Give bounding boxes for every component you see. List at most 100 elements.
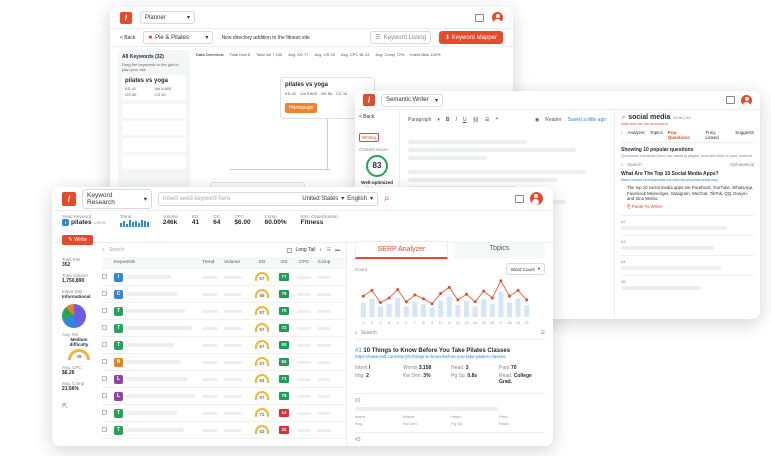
data-point[interactable] [396, 288, 400, 292]
search-input[interactable]: Insert seed keyword here [163, 196, 299, 202]
reader-button[interactable]: Reader [545, 117, 561, 123]
homepage-button[interactable]: Homepage [285, 103, 318, 113]
checkbox[interactable] [102, 426, 107, 432]
quote-icon[interactable]: ❝ [495, 117, 498, 123]
link-icon[interactable]: ⛓ [473, 117, 479, 123]
data-point[interactable] [447, 285, 451, 289]
export-icon[interactable]: ⇱ [62, 402, 96, 410]
col-cpc[interactable]: CPC [294, 260, 314, 265]
keyword-card[interactable] [122, 121, 186, 135]
checkbox[interactable] [286, 247, 292, 253]
filter-icon[interactable]: ☰ [327, 247, 331, 253]
question-item[interactable]: #3 [621, 234, 754, 250]
data-point[interactable] [439, 291, 443, 295]
grid-icon[interactable] [726, 96, 735, 104]
question-item[interactable]: #5 [621, 274, 754, 290]
keyword-placeholder[interactable] [126, 343, 174, 347]
col-comp[interactable]: Comp [314, 260, 334, 265]
keyword-placeholder[interactable] [126, 326, 192, 330]
col-kd[interactable]: KD [250, 260, 274, 265]
search-icon[interactable]: ⌕ [384, 193, 390, 204]
table-row[interactable]: T 53 22 [102, 422, 346, 439]
col-keywords[interactable]: Keywords [114, 260, 202, 265]
table-row[interactable]: T 72 14 [102, 405, 346, 422]
checkbox[interactable] [102, 273, 107, 279]
table-row[interactable]: T 57 72 [102, 320, 346, 337]
search-input[interactable]: Search [628, 162, 726, 167]
word-count-select[interactable]: Word Count ▾ [505, 263, 545, 275]
table-row[interactable]: T 57 70 [102, 303, 346, 320]
keyword-card[interactable] [122, 138, 186, 152]
app-switcher[interactable]: Semantic Writer ▾ [381, 93, 443, 107]
question-item[interactable]: #4 [621, 254, 754, 270]
data-point[interactable] [387, 296, 391, 300]
write-button[interactable]: ✎ Write [62, 235, 93, 245]
sort-select[interactable]: Alphabetical [729, 162, 754, 167]
keyword-placeholder[interactable] [126, 377, 188, 381]
data-point[interactable] [516, 288, 520, 292]
data-point[interactable] [361, 294, 365, 298]
table-row[interactable]: N 57 62 [102, 354, 346, 371]
keyword-placeholder[interactable] [126, 275, 171, 279]
table-row[interactable]: I 57 77 [102, 269, 346, 286]
checkbox[interactable] [102, 290, 107, 296]
eye-icon[interactable]: ◉ [535, 117, 539, 123]
data-point[interactable] [490, 296, 494, 300]
table-row[interactable]: L 54 71 [102, 371, 346, 388]
back-link[interactable]: < Back [359, 114, 395, 120]
checkbox[interactable] [102, 324, 107, 330]
italic-icon[interactable]: I [456, 117, 457, 123]
question-item[interactable]: #2 [621, 214, 754, 230]
app-switcher[interactable]: Planner ▾ [140, 11, 195, 24]
checkbox[interactable] [102, 392, 107, 398]
data-point[interactable] [370, 288, 374, 292]
seed-search-bar[interactable]: Insert seed keyword here United States ▾ … [158, 191, 378, 206]
keyword-placeholder[interactable] [126, 411, 177, 415]
data-point[interactable] [456, 298, 460, 302]
table-row[interactable]: C 58 78 [102, 286, 346, 303]
tab-freq-linked[interactable]: Freq. Linked [705, 130, 730, 140]
tab-analyzer[interactable]: Analyzer [628, 130, 646, 140]
chevron-left-icon[interactable]: ‹ [621, 130, 623, 140]
paste-button[interactable]: Paste To Writer [632, 204, 663, 209]
checkbox[interactable] [102, 358, 107, 364]
serp-result[interactable]: #1 10 Things to Know Before You Take Pil… [355, 348, 545, 385]
keyword-card[interactable] [122, 104, 186, 118]
tab-pop-questions[interactable]: Pop. Questions [668, 130, 701, 140]
toggle-icon[interactable]: ◐ [319, 247, 322, 253]
data-point[interactable] [379, 301, 382, 305]
avatar[interactable] [492, 12, 503, 23]
data-point[interactable] [430, 302, 434, 306]
col-os[interactable]: OS [274, 260, 294, 265]
data-point[interactable] [473, 300, 477, 304]
data-point[interactable] [508, 294, 511, 298]
keyword-placeholder[interactable] [126, 292, 178, 296]
long-tail-toggle[interactable]: Long Tail [296, 247, 316, 253]
avatar[interactable] [741, 94, 752, 106]
table-search-input[interactable]: Search [109, 247, 283, 253]
keyword-placeholder[interactable] [126, 360, 181, 364]
data-point[interactable] [525, 298, 529, 302]
result-url[interactable]: https://www.self.com/story/5-things-to-k… [355, 354, 545, 359]
checkbox[interactable] [102, 307, 107, 313]
checkbox[interactable] [102, 375, 107, 381]
bold-icon[interactable]: B [446, 117, 450, 123]
keyword-listing-button[interactable]: ☰ Keyword Listing [370, 31, 431, 44]
add-outline-link[interactable]: Add sets for the document [621, 121, 754, 126]
keyword-placeholder[interactable] [126, 428, 184, 432]
data-point[interactable] [413, 293, 417, 297]
tab-topics[interactable]: Topics [454, 241, 545, 259]
col-trend[interactable]: Trend [202, 260, 224, 265]
language-select[interactable]: English [347, 196, 367, 202]
serp-result[interactable]: #3 IntentWordsHead.ParaImg.Kw Den.Pg Sp.… [355, 432, 545, 446]
app-switcher[interactable]: Keyword Research ▾ [82, 188, 152, 209]
grid-icon[interactable] [475, 13, 484, 22]
data-point[interactable] [499, 279, 503, 283]
keyword-card[interactable]: pilates vs yoga KD 41 Vol 9,800 OS 50 CS 10 [122, 75, 186, 100]
filter-icon[interactable]: ☰ [541, 330, 545, 336]
keyword-mapper-button[interactable]: ⬇ Keyword Mapper [438, 31, 503, 44]
table-row[interactable]: T 57 93 [102, 337, 346, 354]
serp-search-input[interactable]: Search [361, 330, 538, 336]
keyword-card[interactable] [122, 155, 186, 169]
folder-icon[interactable]: ▬ [335, 247, 340, 253]
